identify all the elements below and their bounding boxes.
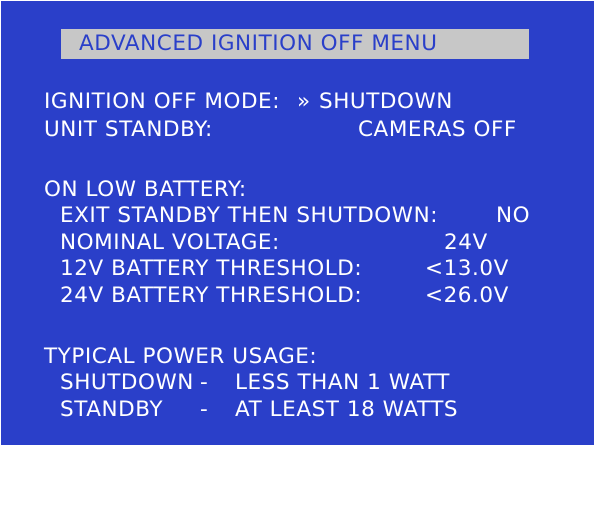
shutdown-usage-row: SHUTDOWN - LESS THAN 1 WATT bbox=[60, 371, 560, 395]
exit-standby-value[interactable]: NO bbox=[496, 204, 530, 228]
power-usage-heading: TYPICAL POWER USAGE: bbox=[44, 344, 318, 369]
nominal-voltage-row[interactable]: NOMINAL VOLTAGE: 24V bbox=[60, 231, 560, 255]
shutdown-usage-label: SHUTDOWN bbox=[60, 370, 194, 395]
standby-usage-separator: - bbox=[200, 397, 209, 422]
ignition-off-mode-label: IGNITION OFF MODE: bbox=[44, 89, 280, 114]
threshold-12v-row[interactable]: 12V BATTERY THRESHOLD: <13.0V bbox=[60, 257, 560, 281]
unit-standby-value[interactable]: CAMERAS OFF bbox=[358, 118, 517, 142]
threshold-24v-label: 24V BATTERY THRESHOLD: bbox=[60, 283, 363, 308]
unit-standby-label: UNIT STANDBY: bbox=[44, 117, 213, 142]
standby-usage-label: STANDBY bbox=[60, 397, 164, 422]
shutdown-usage-value: LESS THAN 1 WATT bbox=[235, 370, 450, 395]
menu-title: ADVANCED IGNITION OFF MENU bbox=[79, 31, 438, 56]
nominal-voltage-value[interactable]: 24V bbox=[444, 231, 488, 255]
unit-standby-row[interactable]: UNIT STANDBY: CAMERAS OFF bbox=[44, 118, 564, 142]
threshold-12v-label: 12V BATTERY THRESHOLD: bbox=[60, 256, 363, 281]
threshold-24v-row[interactable]: 24V BATTERY THRESHOLD: <26.0V bbox=[60, 284, 560, 308]
exit-standby-label: EXIT STANDBY THEN SHUTDOWN: bbox=[60, 203, 439, 228]
selection-cursor-icon: » bbox=[297, 89, 311, 114]
exit-standby-row[interactable]: EXIT STANDBY THEN SHUTDOWN: NO bbox=[60, 204, 580, 228]
ignition-off-mode-value[interactable]: SHUTDOWN bbox=[319, 90, 453, 114]
standby-usage-value: AT LEAST 18 WATTS bbox=[235, 397, 459, 422]
threshold-12v-value[interactable]: <13.0V bbox=[425, 257, 509, 281]
ignition-off-mode-row[interactable]: IGNITION OFF MODE: » SHUTDOWN bbox=[44, 90, 564, 114]
standby-usage-row: STANDBY - AT LEAST 18 WATTS bbox=[60, 398, 580, 422]
shutdown-usage-separator: - bbox=[200, 370, 209, 395]
threshold-24v-value[interactable]: <26.0V bbox=[425, 284, 509, 308]
osd-menu-screen: ADVANCED IGNITION OFF MENU IGNITION OFF … bbox=[1, 1, 594, 445]
nominal-voltage-label: NOMINAL VOLTAGE: bbox=[60, 230, 280, 255]
low-battery-heading: ON LOW BATTERY: bbox=[44, 177, 247, 202]
